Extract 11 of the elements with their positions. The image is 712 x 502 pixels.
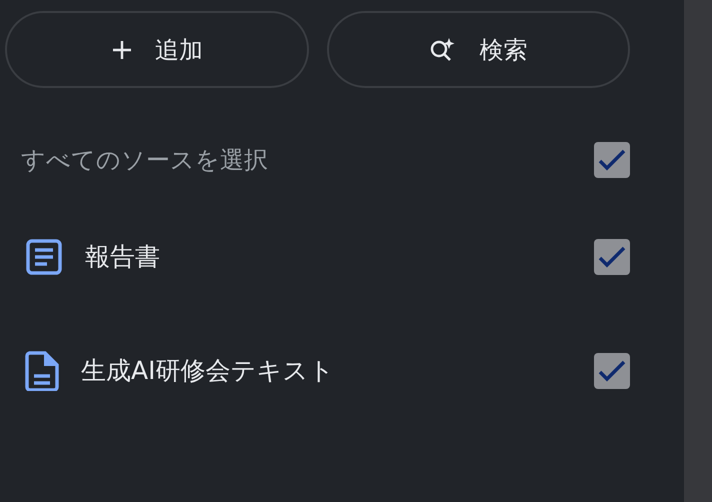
text-document-icon	[25, 238, 63, 276]
file-icon	[25, 351, 59, 391]
source-title[interactable]: 報告書	[85, 238, 160, 276]
checkbox[interactable]	[594, 142, 630, 178]
checkbox[interactable]	[594, 353, 630, 389]
source-title[interactable]: 生成AI研修会テキスト	[81, 352, 334, 390]
plus-icon	[110, 38, 133, 60]
select-all-label: すべてのソースを選択	[21, 145, 268, 176]
search-button[interactable]: 検索	[326, 11, 630, 88]
add-button[interactable]: 追加	[5, 11, 308, 88]
checkbox[interactable]	[594, 239, 630, 275]
